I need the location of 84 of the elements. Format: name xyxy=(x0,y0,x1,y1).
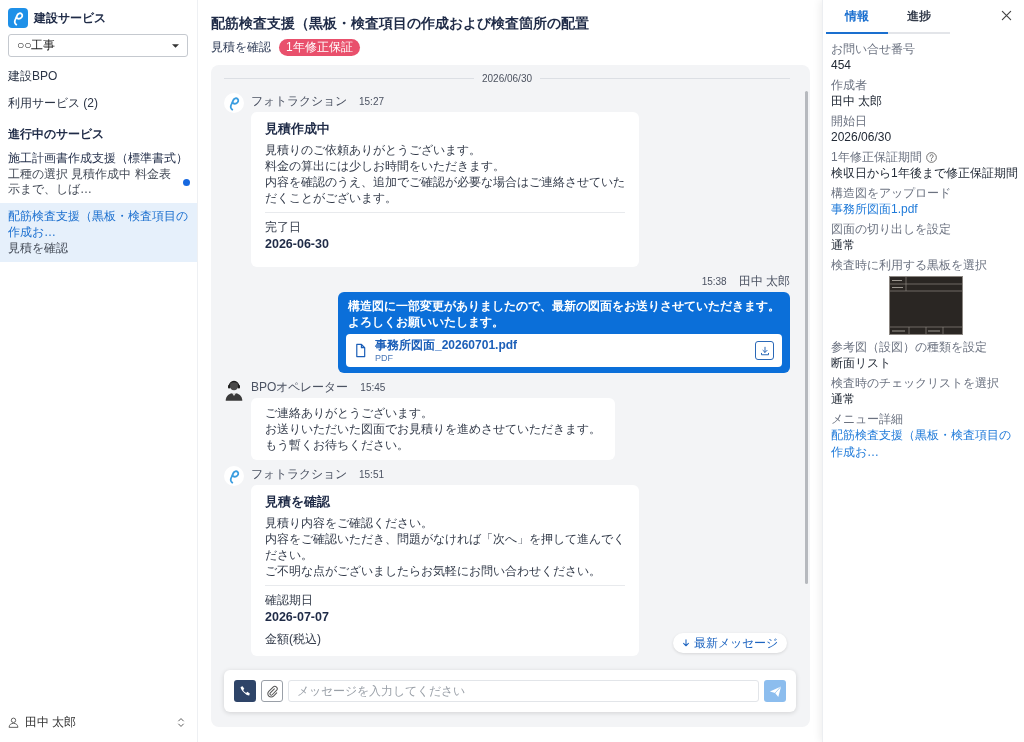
field-label: 構造図をアップロード xyxy=(831,185,951,201)
field-value: 検収日から1年後まで修正保証期間 xyxy=(831,165,1019,182)
file-icon xyxy=(354,343,367,358)
user-menu-button[interactable]: 田中 太郎 xyxy=(0,712,197,732)
nav-item[interactable]: 利用サービス (2) xyxy=(0,90,197,117)
message-text: 見積りのご依頼ありがとうございます。 xyxy=(265,142,482,158)
download-button[interactable] xyxy=(755,341,774,360)
jump-to-latest-button[interactable]: 最新メッセージ xyxy=(673,633,787,653)
nav-item[interactable]: 建設BPO xyxy=(0,63,197,90)
blackboard-drawing[interactable] xyxy=(888,276,963,335)
paperclip-icon xyxy=(265,684,279,698)
message-text: 見積り内容をご確認ください。 xyxy=(265,515,434,531)
message-text: 内容を確認のうえ、追加でご確認が必要な場合はご連絡させていただくことがございます。 xyxy=(265,174,625,206)
field-label: 確認期日 xyxy=(265,592,314,608)
arrow-down-icon xyxy=(682,639,690,647)
phone-icon xyxy=(239,685,251,697)
tab[interactable]: 進捗 xyxy=(888,0,950,34)
service-item[interactable]: 配筋検査支援（黒板・検査項目の作成お… 見積を確認 xyxy=(0,203,197,262)
field-value: 通常 xyxy=(831,391,856,408)
message-input[interactable]: メッセージを入力してください xyxy=(288,680,759,702)
sender-name: BPOオペレーター xyxy=(251,379,349,395)
message-text: ご不明な点がございましたらお気軽にお問い合わせください。 xyxy=(265,563,602,579)
logo-avatar-icon xyxy=(224,93,244,113)
send-icon xyxy=(768,684,782,698)
message-text: もう暫くお待ちください。 xyxy=(265,437,410,453)
help-icon[interactable] xyxy=(925,151,937,163)
message-text: 料金の算出には少しお時間をいただきます。 xyxy=(265,158,506,174)
service-item[interactable]: 施工計画書作成支援（標準書式） 工種の選択 見積作成中 料金表示まで、しば… xyxy=(0,145,197,203)
warranty-badge: 1年修正保証 xyxy=(279,38,360,56)
field-label: メニュー詳細 xyxy=(831,411,903,427)
field-value: 断面リスト xyxy=(831,355,892,372)
field-label: 完了日 xyxy=(265,219,302,235)
call-button[interactable] xyxy=(234,680,256,702)
scrollbar-thumb[interactable] xyxy=(805,91,808,584)
sender-name: 田中 太郎 xyxy=(738,273,790,289)
project-select[interactable]: ○○工事 xyxy=(8,34,188,57)
field-label: 開始日 xyxy=(831,113,867,129)
field-value: 田中 太郎 xyxy=(831,93,884,110)
status-text: 見積を確認 xyxy=(211,38,271,56)
message-text: ご連絡ありがとうございます。 xyxy=(265,405,434,421)
close-icon xyxy=(1001,10,1012,21)
card-title: 見積作成中 xyxy=(265,121,331,138)
message-time: 15:27 xyxy=(359,95,385,109)
sender-name: フォトラクション xyxy=(251,466,347,482)
field-label: 作成者 xyxy=(831,77,867,93)
field-value: 454 xyxy=(831,57,853,74)
field-label: 1年修正保証期間 xyxy=(831,149,922,165)
message-time: 15:51 xyxy=(359,468,385,482)
sender-name: フォトラクション xyxy=(251,93,347,109)
close-button[interactable] xyxy=(1001,10,1012,21)
person-icon xyxy=(8,716,19,728)
field-label: 図面の切り出しを設定 xyxy=(831,221,951,237)
message-text: お送りいただいた図面でお見積りを進めさせていただきます。 xyxy=(265,421,601,437)
field-label: 検査時に利用する黒板を選択 xyxy=(831,257,987,273)
field-label: 参考図（設図）の種類を設定 xyxy=(831,339,987,355)
download-icon xyxy=(759,345,770,356)
message-time: 15:38 xyxy=(701,275,727,289)
attachment-name[interactable]: 事務所図面_20260701.pdf xyxy=(375,337,518,353)
caret-icon xyxy=(172,43,179,48)
operator-avatar-icon xyxy=(224,379,244,401)
field-value: 2026-06-30 xyxy=(265,236,330,253)
field-label: 金額(税込) xyxy=(265,631,322,647)
field-value: 2026-07-07 xyxy=(265,609,330,626)
attach-button[interactable] xyxy=(261,680,283,702)
field-label: お問い合せ番号 xyxy=(831,41,915,57)
chevron-updown-icon xyxy=(177,716,185,728)
field-link[interactable]: 事務所図面1.pdf xyxy=(831,201,1020,218)
tab[interactable]: 情報 xyxy=(826,0,888,34)
message-text: よろしくお願いいたします。 xyxy=(347,314,505,330)
card-title: 見積を確認 xyxy=(265,494,331,511)
message-time: 15:45 xyxy=(360,381,386,395)
section-heading: 進行中のサービス xyxy=(7,126,105,142)
brand-name: 建設サービス xyxy=(34,9,106,27)
field-value: 2026/06/30 xyxy=(831,129,893,146)
page-title: 配筋検査支援（黒板・検査項目の作成および検査箇所の配置 xyxy=(211,14,590,33)
logo-icon xyxy=(8,8,28,28)
field-value: 通常 xyxy=(831,237,856,254)
logo-avatar-icon xyxy=(224,466,244,486)
message-text: 構造図に一部変更がありましたので、最新の図面をお送りさせていただきます。 xyxy=(347,298,781,314)
field-label: 検査時のチェックリストを選択 xyxy=(831,375,999,391)
field-link[interactable]: 配筋検査支援（黒板・検査項目の作成お… xyxy=(831,427,1020,461)
message-text: 内容をご確認いただき、問題がなければ「次へ」を押して進んでください。 xyxy=(265,531,625,563)
date-label: 2026/06/30 xyxy=(481,72,533,84)
file-type-label: PDF xyxy=(375,353,393,364)
